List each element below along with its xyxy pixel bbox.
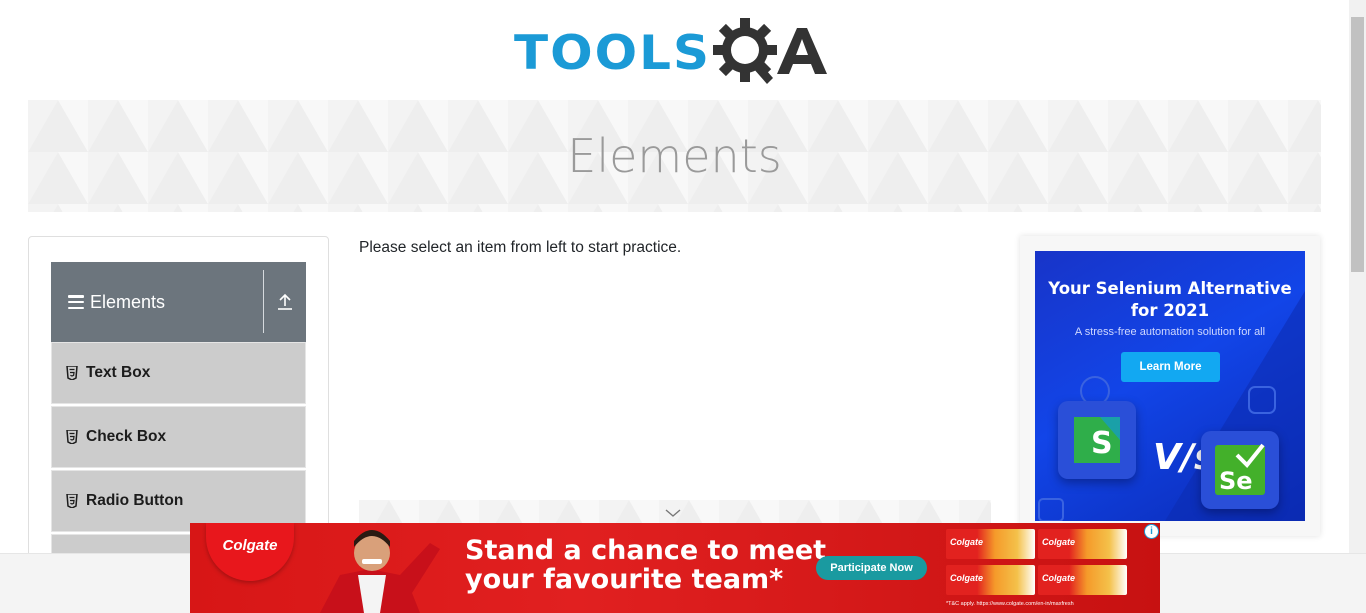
adchoices-icon[interactable]: i <box>1144 524 1159 539</box>
collapse-button[interactable] <box>264 262 306 342</box>
scrollbar-thumb[interactable] <box>1351 17 1364 272</box>
participate-now-button[interactable]: Participate Now <box>816 556 927 580</box>
html5-icon <box>66 494 78 508</box>
sidebar-item-label: Text Box <box>86 364 151 381</box>
katalon-logo-icon: S <box>1074 417 1120 463</box>
sidebar-item-label: Check Box <box>86 428 167 445</box>
sidebar-item-label: Radio Button <box>86 492 184 509</box>
toothpaste-tube: Colgate <box>946 565 1035 595</box>
ad-headline: Your Selenium Alternative for 2021 <box>1035 278 1305 322</box>
hamburger-icon <box>68 295 84 309</box>
katalon-tile: S <box>1058 401 1136 479</box>
html5-icon <box>66 430 78 444</box>
ad-headline-line2: for 2021 <box>1130 301 1210 320</box>
terms-text: *T&C apply. https://www.colgate.com/en-i… <box>946 601 1074 607</box>
elements-group-header[interactable]: Elements <box>51 262 306 342</box>
ad-headline-line1: Your Selenium Alternative <box>1048 279 1292 298</box>
learn-more-button[interactable]: Learn More <box>1121 352 1220 382</box>
colgate-brand-text: Colgate <box>222 537 278 554</box>
html5-icon <box>66 366 78 380</box>
ad-person-image <box>320 530 440 613</box>
colgate-logo: Colgate <box>206 523 294 581</box>
vertical-scrollbar[interactable] <box>1349 0 1366 553</box>
right-ad[interactable]: Your Selenium Alternative for 2021 A str… <box>1035 251 1305 521</box>
logo-qa-mark <box>711 14 831 92</box>
logo-tools-text: TOOLS <box>514 25 711 81</box>
chevron-down-icon[interactable] <box>665 508 681 518</box>
page-title: Elements <box>567 129 782 183</box>
bottom-ad-headline: Stand a chance to meet your favourite te… <box>465 536 826 594</box>
sidebar-item-check-box[interactable]: Check Box <box>51 406 306 468</box>
toolsqa-logo[interactable]: TOOLS <box>514 14 838 92</box>
gear-magnifier-icon <box>713 18 827 84</box>
arrow-up-icon <box>278 293 292 310</box>
ad-subtext: A stress-free automation solution for al… <box>1074 326 1266 338</box>
bottom-ad-headline-line1: Stand a chance to meet <box>465 535 827 566</box>
toothpaste-tube: Colgate <box>1038 565 1127 595</box>
selenium-letters: Se <box>1219 467 1253 495</box>
sidebar-item-text-box[interactable]: Text Box <box>51 342 306 404</box>
group-title: Elements <box>90 291 166 312</box>
toothpaste-tube: Colgate <box>946 529 1035 559</box>
toothpaste-tube: Colgate <box>1038 529 1127 559</box>
selenium-logo-icon: Se <box>1215 443 1265 495</box>
page: TOOLS Elements Elements Text Box Check B… <box>0 0 1366 613</box>
instructions-text: Please select an item from left to start… <box>359 239 682 256</box>
bottom-ad-headline-line2: your favourite team* <box>465 564 784 595</box>
bottom-ad[interactable]: Colgate Stand a chance to meet your favo… <box>190 523 1160 613</box>
katalon-letter: S <box>1091 426 1113 461</box>
page-banner: Elements <box>28 100 1321 212</box>
selenium-tile: Se <box>1201 431 1279 509</box>
